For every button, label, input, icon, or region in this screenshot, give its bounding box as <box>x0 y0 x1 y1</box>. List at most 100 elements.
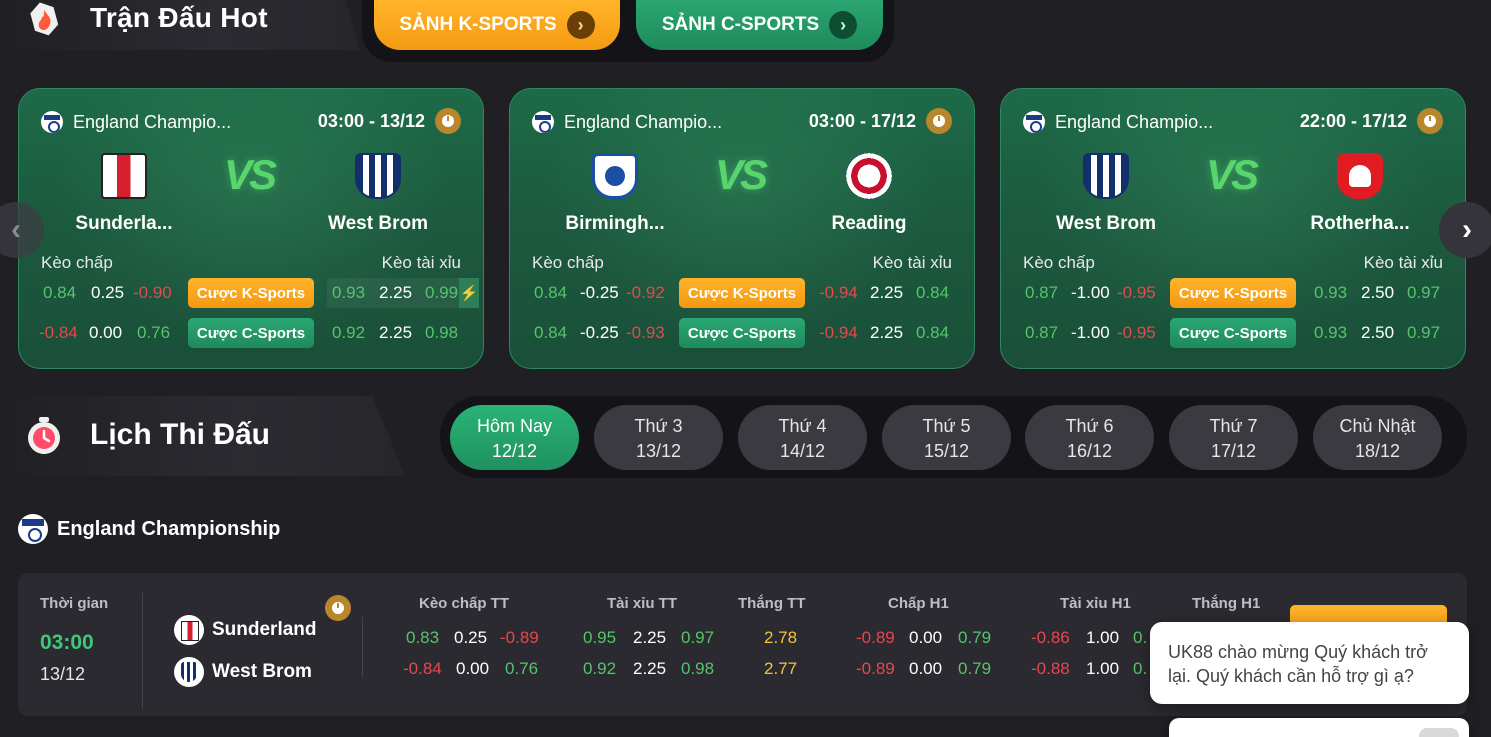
odd-value[interactable]: 0.99 <box>425 283 458 303</box>
match-card[interactable]: England Champio... 22:00 - 17/12 West Br… <box>1000 88 1466 369</box>
odd-value[interactable]: 0.76 <box>137 323 170 343</box>
hot-title: Trận Đấu Hot <box>90 2 268 33</box>
away-team: West Brom <box>303 153 453 235</box>
league-logo-icon <box>1023 111 1045 133</box>
chat-welcome-bubble: UK88 chào mừng Quý khách trở lại. Quý kh… <box>1150 622 1469 704</box>
ou-ft-header: Tài xỉu TT <box>607 595 678 612</box>
reading-crest-icon <box>846 153 892 199</box>
clock-icon <box>325 595 351 621</box>
odd-value[interactable]: 0.87 <box>1025 283 1058 303</box>
chevron-right-icon: › <box>1462 213 1472 246</box>
odd-value[interactable]: -0.94 <box>819 283 858 303</box>
odd-value[interactable]: -0.94 <box>819 323 858 343</box>
odd-line: 1.00 <box>1086 659 1120 678</box>
c-sports-lobby-label: SẢNH C-SPORTS <box>661 14 820 35</box>
odd-value[interactable]: 0.84 <box>534 283 567 303</box>
card-kickoff-time: 03:00 - 17/12 <box>808 110 916 131</box>
odd-value[interactable]: 0.97 <box>1407 283 1440 303</box>
odd-value[interactable]: 0.92 <box>583 659 616 679</box>
odd-line: -1.00 <box>1071 323 1110 342</box>
odd-value[interactable]: 2.77 <box>764 659 797 679</box>
chat-input[interactable] <box>1169 718 1469 737</box>
bet-k-sports-button[interactable]: Cược K-Sports <box>679 278 805 308</box>
card-kickoff: 03:00 - 13/12 <box>318 108 461 134</box>
odd-value[interactable]: -0.95 <box>1117 323 1156 343</box>
odd-value[interactable]: 0.97 <box>1407 323 1440 343</box>
odd-value[interactable]: -0.93 <box>626 323 665 343</box>
odd-value[interactable]: 0.95 <box>583 628 616 648</box>
odd-value[interactable]: 0.76 <box>505 659 538 679</box>
odd-value[interactable]: -0.89 <box>856 628 895 648</box>
odd-value[interactable]: 2.78 <box>764 628 797 648</box>
odd-value[interactable]: 0. <box>1133 628 1147 648</box>
odd-value[interactable]: 0.79 <box>958 628 991 648</box>
odd-value[interactable]: 0. <box>1133 659 1147 679</box>
odds-row: 0.84 0.25 -0.90 Cược K-Sports 0.93 2.25 … <box>19 278 483 308</box>
card-kickoff-time: 22:00 - 17/12 <box>1299 110 1407 131</box>
odd-value[interactable]: -0.95 <box>1117 283 1156 303</box>
odd-line: -1.00 <box>1071 283 1110 302</box>
odd-value[interactable]: -0.88 <box>1031 659 1070 679</box>
odd-value[interactable]: -0.89 <box>500 628 539 648</box>
day-tab-sun[interactable]: Chủ Nhật 18/12 <box>1313 405 1442 470</box>
vs-badge: VS <box>224 151 277 198</box>
day-tab-fri[interactable]: Thứ 6 16/12 <box>1025 405 1154 470</box>
odd-line: 0.00 <box>909 628 943 647</box>
rotherham-crest-icon <box>1337 153 1383 199</box>
bet-c-sports-button[interactable]: Cược C-Sports <box>1170 318 1296 348</box>
day-tab-wed[interactable]: Thứ 4 14/12 <box>738 405 867 470</box>
odd-line: 1.00 <box>1086 628 1120 647</box>
day-tab-sat[interactable]: Thứ 7 17/12 <box>1169 405 1298 470</box>
day-tab-thu[interactable]: Thứ 5 15/12 <box>882 405 1011 470</box>
card-kickoff: 22:00 - 17/12 <box>1300 108 1443 134</box>
match-card[interactable]: England Champio... 03:00 - 17/12 Birming… <box>509 88 975 369</box>
odd-value[interactable]: 0.93 <box>1314 283 1347 303</box>
c-sports-lobby-button[interactable]: SẢNH C-SPORTS › <box>636 0 883 50</box>
day-tab-name: Thứ 5 <box>922 416 971 436</box>
day-tab-tue[interactable]: Thứ 3 13/12 <box>594 405 723 470</box>
odd-value[interactable]: 0.83 <box>406 628 439 648</box>
odd-value[interactable]: -0.89 <box>856 659 895 679</box>
k-sports-lobby-button[interactable]: SẢNH K-SPORTS › <box>374 0 620 50</box>
odd-value[interactable]: -0.90 <box>133 283 172 303</box>
odd-value[interactable]: 0.98 <box>681 659 714 679</box>
odd-line: 2.25 <box>633 628 667 647</box>
bet-c-sports-button[interactable]: Cược C-Sports <box>188 318 314 348</box>
odd-line: 2.25 <box>379 323 413 342</box>
over-under-label: Kèo tài xỉu <box>872 253 952 272</box>
odd-value[interactable]: 0.84 <box>916 323 949 343</box>
card-kickoff: 03:00 - 17/12 <box>809 108 952 134</box>
odd-value[interactable]: 0.98 <box>425 323 458 343</box>
odds-row: 0.84 -0.25 -0.92 Cược K-Sports -0.94 2.2… <box>510 278 974 308</box>
odds-row: 0.87 -1.00 -0.95 Cược C-Sports 0.93 2.50… <box>1001 318 1465 348</box>
odd-value[interactable]: -0.84 <box>39 323 78 343</box>
odd-value[interactable]: 0.84 <box>534 323 567 343</box>
day-tab-date: 16/12 <box>1066 441 1113 461</box>
day-tab-date: 14/12 <box>779 441 826 461</box>
bet-k-sports-button[interactable]: Cược K-Sports <box>188 278 314 308</box>
odds-row: 0.87 -1.00 -0.95 Cược K-Sports 0.93 2.50… <box>1001 278 1465 308</box>
league-header[interactable]: England Championship <box>18 514 280 544</box>
bet-c-sports-button[interactable]: Cược C-Sports <box>679 318 805 348</box>
chevron-right-icon: › <box>566 11 595 39</box>
west-brom-crest-icon <box>1083 153 1129 199</box>
day-tab-today[interactable]: Hôm Nay 12/12 <box>450 405 579 470</box>
ou-h1-header: Tài xỉu H1 <box>1060 595 1131 612</box>
carousel-next-button[interactable]: › <box>1439 202 1491 258</box>
odd-value[interactable]: -0.86 <box>1031 628 1070 648</box>
odd-value[interactable]: -0.92 <box>626 283 665 303</box>
odd-value[interactable]: 0.92 <box>332 323 365 343</box>
match-card[interactable]: England Champio... 03:00 - 13/12 Sunderl… <box>18 88 484 369</box>
bet-k-sports-button[interactable]: Cược K-Sports <box>1170 278 1296 308</box>
fire-icon <box>30 2 59 36</box>
odd-value[interactable]: 0.84 <box>43 283 76 303</box>
odd-value[interactable]: 0.93 <box>1314 323 1347 343</box>
odd-value[interactable]: 0.97 <box>681 628 714 648</box>
odd-value[interactable]: -0.84 <box>403 659 442 679</box>
league-logo-icon <box>18 514 48 544</box>
odd-value[interactable]: 0.79 <box>958 659 991 679</box>
odd-value[interactable]: 0.87 <box>1025 323 1058 343</box>
odd-value[interactable]: 0.84 <box>916 283 949 303</box>
odd-line: 2.25 <box>633 659 667 678</box>
odd-value[interactable]: 0.93 <box>332 283 365 303</box>
